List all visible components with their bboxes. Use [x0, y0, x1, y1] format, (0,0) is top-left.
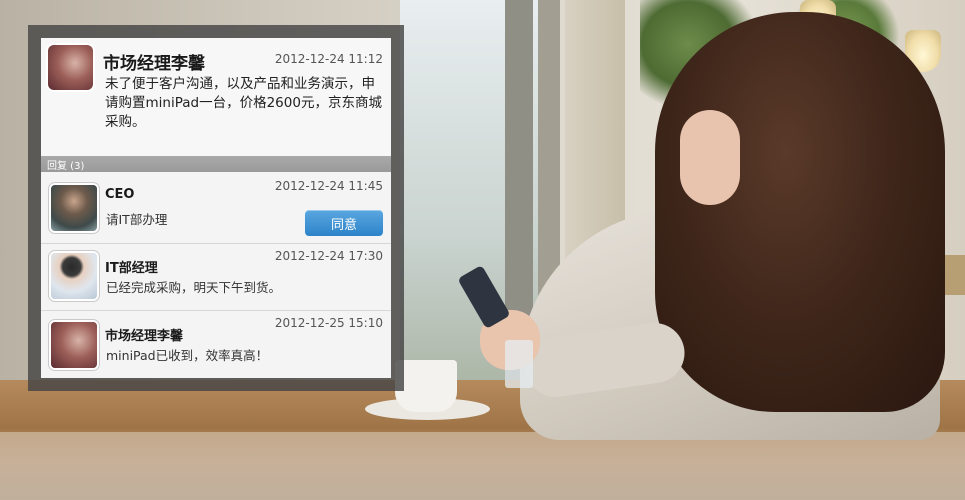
approval-card-content: 市场经理李馨 2012-12-24 11:12 未了便于客户沟通，以及产品和业务…	[41, 38, 391, 378]
user-avatar[interactable]	[51, 185, 97, 231]
woman-face	[680, 110, 740, 205]
post-author: 市场经理李馨	[103, 54, 205, 74]
reply-text: 已经完成采购，明天下午到货。	[106, 280, 282, 295]
replies-count-label: 回复 (3)	[47, 161, 85, 172]
reply-item: CEO 2012-12-24 11:45 请IT部办理 同意	[41, 172, 391, 244]
replies-header[interactable]: 回复 (3)	[41, 156, 391, 172]
reply-item: IT部经理 2012-12-24 17:30 已经完成采购，明天下午到货。	[41, 244, 391, 311]
reply-timestamp: 2012-12-25 15:10	[274, 316, 383, 330]
reply-author: 市场经理李馨	[105, 329, 184, 344]
reply-item: 市场经理李馨 2012-12-25 15:10 miniPad已收到，效率真高！	[41, 311, 391, 378]
coffee-cup	[395, 360, 457, 412]
author-avatar[interactable]	[48, 45, 93, 90]
original-post: 市场经理李馨 2012-12-24 11:12 未了便于客户沟通，以及产品和业务…	[41, 38, 391, 156]
reply-text: 请IT部办理	[106, 212, 168, 227]
table-edge	[0, 432, 965, 500]
reply-author: CEO	[105, 187, 135, 202]
approve-button[interactable]: 同意	[305, 210, 383, 236]
woman-hair	[655, 12, 945, 412]
reply-author: IT部经理	[105, 261, 158, 276]
user-avatar[interactable]	[51, 253, 97, 299]
reply-text: miniPad已收到，效率真高！	[106, 348, 269, 363]
reply-timestamp: 2012-12-24 17:30	[274, 249, 383, 263]
water-glass	[505, 340, 533, 388]
approval-card: 市场经理李馨 2012-12-24 11:12 未了便于客户沟通，以及产品和业务…	[28, 25, 404, 391]
reply-timestamp: 2012-12-24 11:45	[274, 179, 383, 193]
user-avatar[interactable]	[51, 322, 97, 368]
post-timestamp: 2012-12-24 11:12	[274, 52, 383, 66]
post-body: 未了便于客户沟通，以及产品和业务演示，申请购置miniPad一台，价格2600元…	[105, 76, 382, 130]
